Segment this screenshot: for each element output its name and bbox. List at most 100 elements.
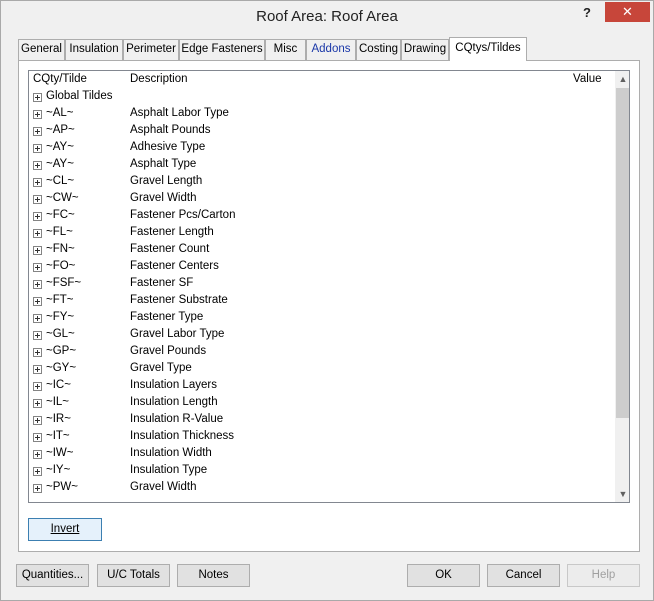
table-row[interactable]: ~FO~ Fastener Centers [29,259,615,276]
vertical-scrollbar[interactable]: ▲ ▼ [615,71,629,502]
expand-plus-icon[interactable] [33,144,42,153]
column-header-value[interactable]: Value [573,73,602,85]
expand-plus-icon[interactable] [33,110,42,119]
grid-rows: Global Tildes ~AL~ Asphalt Labor Type ~AP~ A… [29,89,615,497]
expand-plus-icon[interactable] [33,314,42,323]
row-description: Asphalt Type [130,158,197,170]
expand-plus-icon[interactable] [33,212,42,221]
row-code: ~GY~ [46,362,77,374]
row-code: ~GP~ [46,345,77,357]
table-row[interactable]: ~GP~ Gravel Pounds [29,344,615,361]
expand-plus-icon[interactable] [33,195,42,204]
row-description: Fastener SF [130,277,194,289]
table-row[interactable]: ~IT~ Insulation Thickness [29,429,615,446]
row-description: Fastener Count [130,243,210,255]
table-row[interactable]: ~FL~ Fastener Length [29,225,615,242]
table-row[interactable]: ~AY~ Asphalt Type [29,157,615,174]
row-code: Global Tildes [46,90,113,102]
table-row[interactable]: ~FY~ Fastener Type [29,310,615,327]
tab-addons[interactable]: Addons [306,39,356,60]
row-description: Gravel Type [130,362,192,374]
table-row[interactable]: ~AL~ Asphalt Labor Type [29,106,615,123]
tab-costing[interactable]: Costing [356,39,401,60]
table-row[interactable]: ~IL~ Insulation Length [29,395,615,412]
scroll-down-icon[interactable]: ▼ [615,486,629,502]
help-title-button[interactable]: ? [573,3,601,23]
tab-misc[interactable]: Misc [265,39,306,60]
row-code: ~IR~ [46,413,71,425]
tab-cqtys-tildes[interactable]: CQtys/Tildes [449,37,527,61]
column-header-code[interactable]: CQty/Tilde [33,73,87,85]
tab-panel: CQty/Tilde Description Value Global Tild… [18,60,640,552]
expand-plus-icon[interactable] [33,246,42,255]
tab-general[interactable]: General [18,39,65,60]
scrollbar-thumb[interactable] [616,88,629,418]
table-row[interactable]: ~FN~ Fastener Count [29,242,615,259]
table-row[interactable]: ~PW~ Gravel Width [29,480,615,497]
row-code: ~AY~ [46,141,74,153]
table-row[interactable]: ~AY~ Adhesive Type [29,140,615,157]
uc-totals-button[interactable]: U/C Totals [97,564,170,587]
table-row[interactable]: ~GL~ Gravel Labor Type [29,327,615,344]
row-description: Insulation R-Value [130,413,224,425]
table-row[interactable]: ~CL~ Gravel Length [29,174,615,191]
table-row[interactable]: ~CW~ Gravel Width [29,191,615,208]
table-row[interactable]: ~IW~ Insulation Width [29,446,615,463]
table-row[interactable]: ~IC~ Insulation Layers [29,378,615,395]
tab-insulation[interactable]: Insulation [65,39,123,60]
expand-plus-icon[interactable] [33,229,42,238]
expand-plus-icon[interactable] [33,127,42,136]
row-description: Fastener Length [130,226,214,238]
help-button[interactable]: Help [567,564,640,587]
cancel-button[interactable]: Cancel [487,564,560,587]
expand-plus-icon[interactable] [33,467,42,476]
expand-plus-icon[interactable] [33,382,42,391]
invert-button[interactable]: Invert [28,518,102,541]
expand-plus-icon[interactable] [33,348,42,357]
row-code: ~CW~ [46,192,79,204]
tab-drawing[interactable]: Drawing [401,39,449,60]
expand-plus-icon[interactable] [33,399,42,408]
expand-plus-icon[interactable] [33,450,42,459]
table-row[interactable]: Global Tildes [29,89,615,106]
tab-perimeter[interactable]: Perimeter [123,39,179,60]
row-code: ~FT~ [46,294,74,306]
expand-plus-icon[interactable] [33,331,42,340]
row-description: Gravel Length [130,175,203,187]
window-title: Roof Area: Roof Area [256,8,398,25]
table-row[interactable]: ~FT~ Fastener Substrate [29,293,615,310]
expand-plus-icon[interactable] [33,433,42,442]
notes-button[interactable]: Notes [177,564,250,587]
table-row[interactable]: ~FSF~ Fastener SF [29,276,615,293]
row-code: ~FL~ [46,226,73,238]
scroll-up-icon[interactable]: ▲ [615,71,629,87]
expand-plus-icon[interactable] [33,280,42,289]
row-description: Insulation Type [130,464,208,476]
expand-plus-icon[interactable] [33,93,42,102]
table-row[interactable]: ~FC~ Fastener Pcs/Carton [29,208,615,225]
expand-plus-icon[interactable] [33,161,42,170]
row-description: Asphalt Labor Type [130,107,229,119]
table-row[interactable]: ~GY~ Gravel Type [29,361,615,378]
row-code: ~IY~ [46,464,71,476]
row-description: Adhesive Type [130,141,206,153]
table-row[interactable]: ~IY~ Insulation Type [29,463,615,480]
expand-plus-icon[interactable] [33,484,42,493]
close-button[interactable]: ✕ [605,2,650,22]
dialog-window: Roof Area: Roof Area ? ✕ General Insulat… [0,0,654,601]
table-row[interactable]: ~AP~ Asphalt Pounds [29,123,615,140]
expand-plus-icon[interactable] [33,416,42,425]
expand-plus-icon[interactable] [33,297,42,306]
row-description: Gravel Width [130,192,197,204]
tab-edge-fasteners[interactable]: Edge Fasteners [179,39,265,60]
expand-plus-icon[interactable] [33,263,42,272]
column-header-description[interactable]: Description [130,73,188,85]
row-code: ~CL~ [46,175,75,187]
expand-plus-icon[interactable] [33,178,42,187]
ok-button[interactable]: OK [407,564,480,587]
quantities-button[interactable]: Quantities... [16,564,89,587]
expand-plus-icon[interactable] [33,365,42,374]
table-row[interactable]: ~IR~ Insulation R-Value [29,412,615,429]
row-description: Gravel Width [130,481,197,493]
grid-header: CQty/Tilde Description Value [29,71,615,88]
